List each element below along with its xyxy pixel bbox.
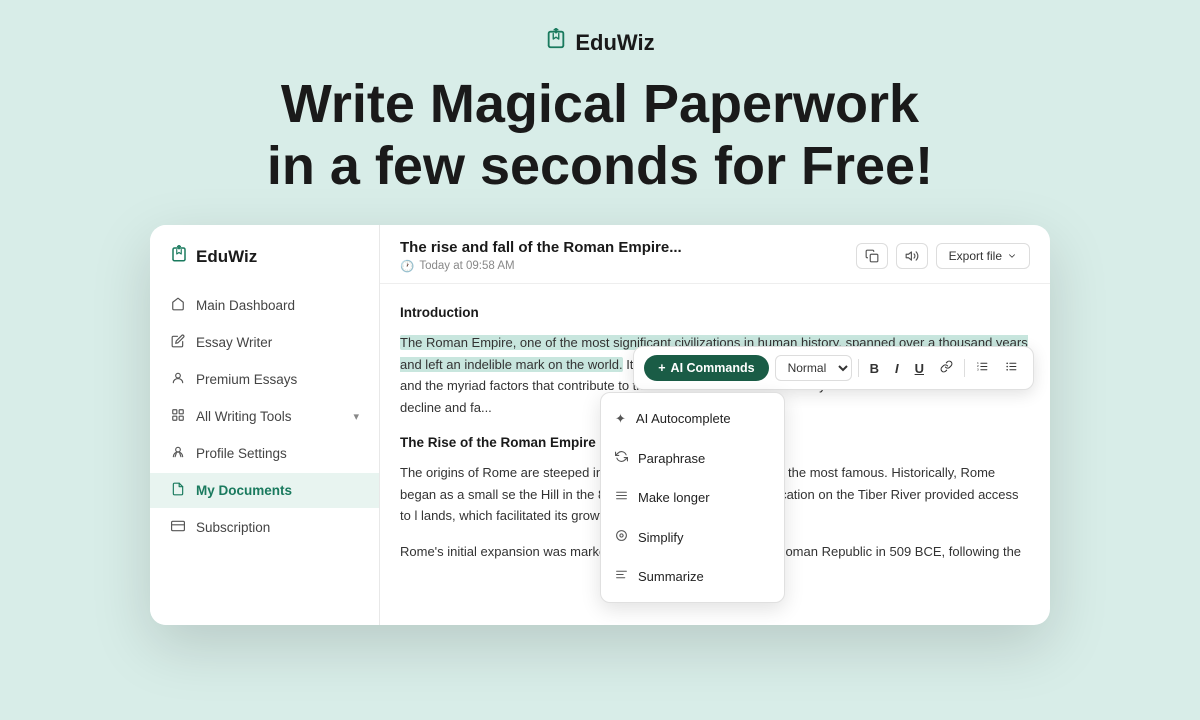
header-logo: EduWiz [545, 28, 654, 57]
sidebar-item-label: Premium Essays [196, 372, 297, 387]
hero-title: Write Magical Paperwork in a few seconds… [267, 73, 933, 197]
editor-area[interactable]: Introduction The Roman Empire, one of th… [380, 284, 1050, 625]
document-icon [170, 482, 186, 499]
sidebar-item-premium-essays[interactable]: Premium Essays [150, 362, 379, 397]
sidebar-item-subscription[interactable]: Subscription [150, 510, 379, 545]
sidebar-item-label: Profile Settings [196, 446, 287, 461]
tools-icon [170, 408, 186, 425]
ai-paraphrase-item[interactable]: Paraphrase [601, 439, 784, 478]
doc-title-area: The rise and fall of the Roman Empire...… [400, 239, 682, 273]
pencil-icon [170, 334, 186, 351]
sidebar-item-my-documents[interactable]: My Documents [150, 473, 379, 508]
link-button[interactable] [935, 357, 958, 379]
header-book-icon [545, 28, 567, 57]
ai-dropdown-menu: ✦ AI Autocomplete Paraphrase Make longer [600, 392, 785, 603]
home-icon [170, 297, 186, 314]
sidebar-book-icon [170, 245, 188, 268]
sidebar-logo: EduWiz [150, 245, 379, 288]
sidebar-item-essay-writer[interactable]: Essay Writer [150, 325, 379, 360]
profile-icon [170, 445, 186, 462]
svg-text:3: 3 [977, 367, 979, 371]
sidebar-item-label: Essay Writer [196, 335, 272, 350]
simplify-icon [615, 527, 628, 548]
user-icon [170, 371, 186, 388]
credit-card-icon [170, 519, 186, 536]
ai-commands-button[interactable]: + AI Commands [644, 355, 768, 381]
copy-button[interactable] [856, 243, 888, 269]
underline-button[interactable]: U [910, 358, 929, 379]
audio-button[interactable] [896, 243, 928, 269]
sidebar-logo-text: EduWiz [196, 247, 257, 267]
ai-simplify-item[interactable]: Simplify [601, 518, 784, 557]
top-section: EduWiz Write Magical Paperwork in a few … [0, 0, 1200, 225]
doc-title: The rise and fall of the Roman Empire... [400, 239, 682, 256]
app-window: EduWiz Main Dashboard Essay Writer Premi… [150, 225, 1050, 625]
paraphrase-icon [615, 448, 628, 469]
header-logo-text: EduWiz [575, 30, 654, 56]
plus-icon: + [658, 361, 665, 375]
bold-button[interactable]: B [865, 358, 884, 379]
sidebar-item-profile-settings[interactable]: Profile Settings [150, 436, 379, 471]
section-heading-introduction: Introduction [400, 302, 1030, 324]
sidebar-item-all-writing-tools[interactable]: All Writing Tools ▾ [150, 399, 379, 434]
ai-autocomplete-item[interactable]: ✦ AI Autocomplete [601, 399, 784, 438]
sidebar-nav: Main Dashboard Essay Writer Premium Essa… [150, 288, 379, 545]
doc-timestamp: Today at 09:58 AM [419, 260, 514, 272]
autocomplete-icon: ✦ [615, 408, 626, 429]
doc-meta: 🕐 Today at 09:58 AM [400, 259, 682, 273]
sidebar: EduWiz Main Dashboard Essay Writer Premi… [150, 225, 380, 625]
doc-actions: Export file [856, 243, 1030, 269]
summarize-icon [615, 566, 628, 587]
toolbar-divider-2 [964, 359, 965, 377]
doc-header: The rise and fall of the Roman Empire...… [380, 225, 1050, 284]
ordered-list-button[interactable]: 123 [971, 357, 994, 379]
toolbar-divider-1 [858, 359, 859, 377]
toolbar-popup: + AI Commands Normal B I U 123 [633, 346, 1034, 390]
sidebar-item-main-dashboard[interactable]: Main Dashboard [150, 288, 379, 323]
sidebar-item-label: Subscription [196, 520, 270, 535]
chevron-down-icon: ▾ [353, 410, 359, 423]
clock-icon: 🕐 [400, 259, 414, 273]
ai-summarize-item[interactable]: Summarize [601, 557, 784, 596]
export-button[interactable]: Export file [936, 243, 1030, 269]
italic-button[interactable]: I [890, 358, 904, 379]
ai-make-longer-item[interactable]: Make longer [601, 478, 784, 517]
make-longer-icon [615, 487, 628, 508]
sidebar-item-label: My Documents [196, 483, 292, 498]
sidebar-item-label: Main Dashboard [196, 298, 295, 313]
main-content: The rise and fall of the Roman Empire...… [380, 225, 1050, 625]
sidebar-item-label: All Writing Tools [196, 409, 292, 424]
svg-text:1: 1 [977, 361, 979, 365]
text-style-select[interactable]: Normal [775, 355, 852, 381]
unordered-list-button[interactable] [1000, 357, 1023, 379]
svg-text:2: 2 [977, 364, 979, 368]
